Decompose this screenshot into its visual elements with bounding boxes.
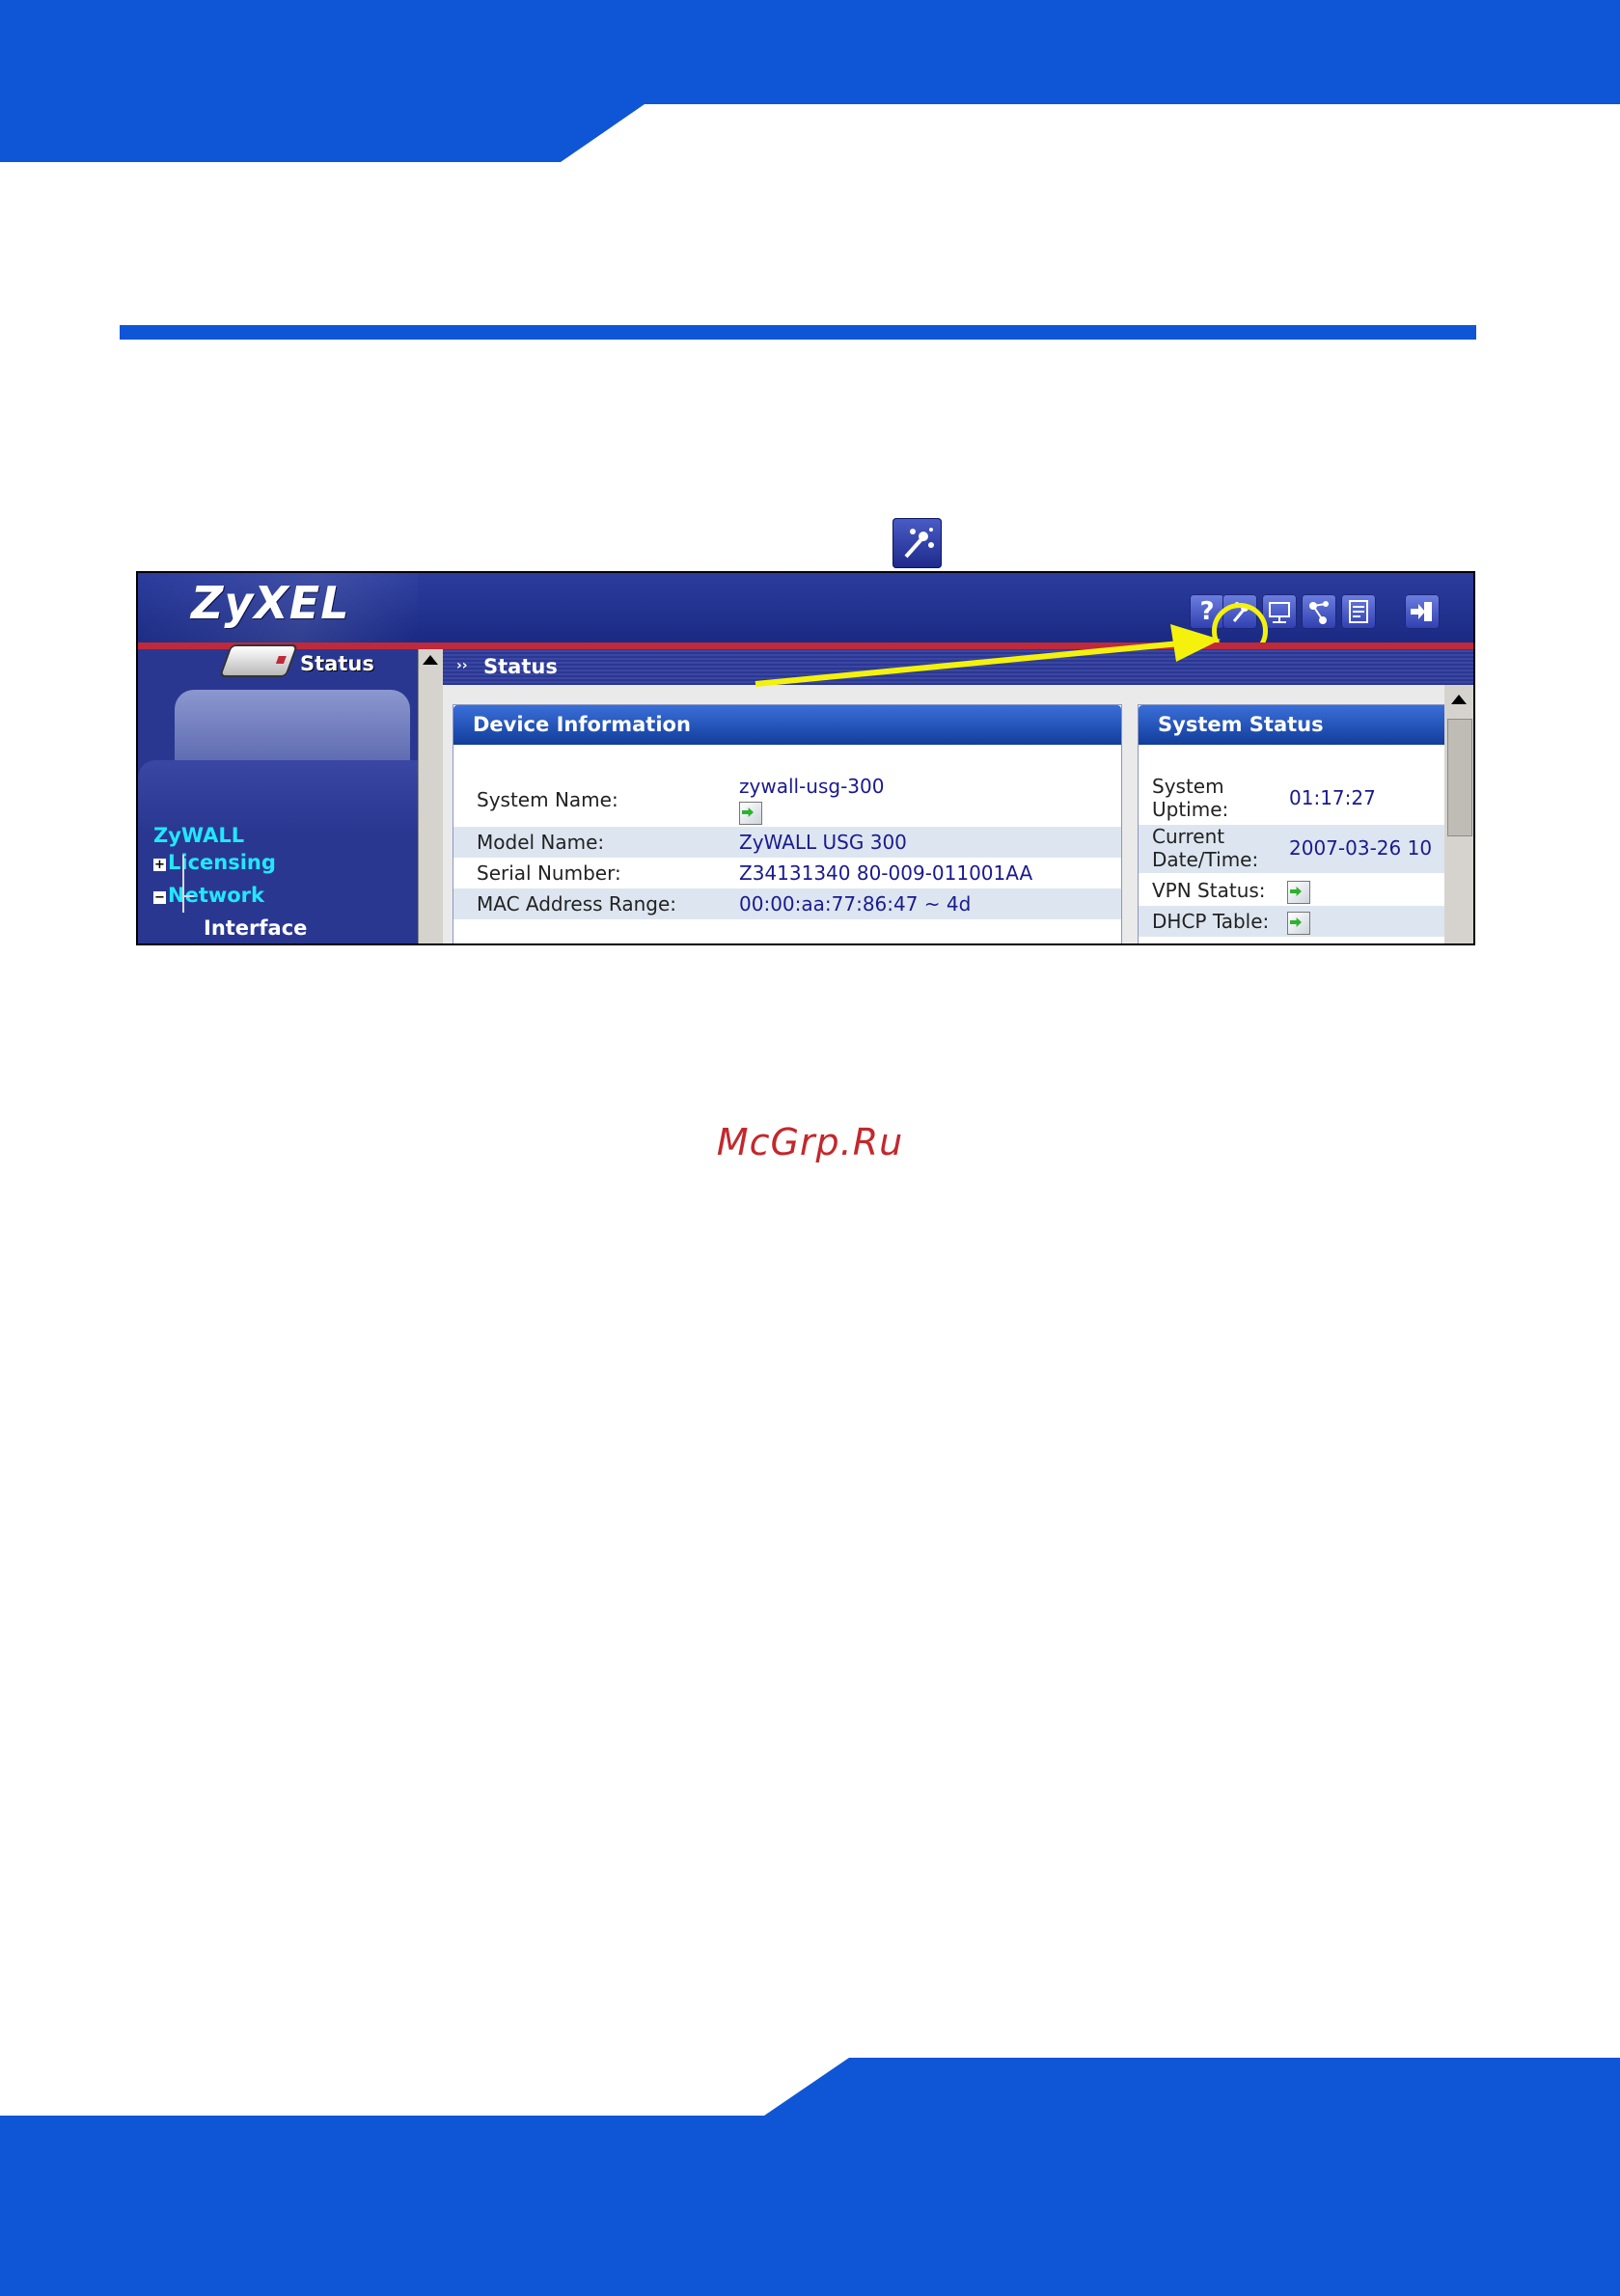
ui-screenshot: ZyXEL ? Status ZyWALL + Licensing − Netwo bbox=[136, 571, 1475, 945]
wizard-wand-icon bbox=[892, 518, 942, 568]
watermark: McGrp.Ru bbox=[716, 1121, 904, 1163]
callout-arrow bbox=[755, 624, 1221, 687]
section-rule bbox=[120, 325, 1476, 340]
